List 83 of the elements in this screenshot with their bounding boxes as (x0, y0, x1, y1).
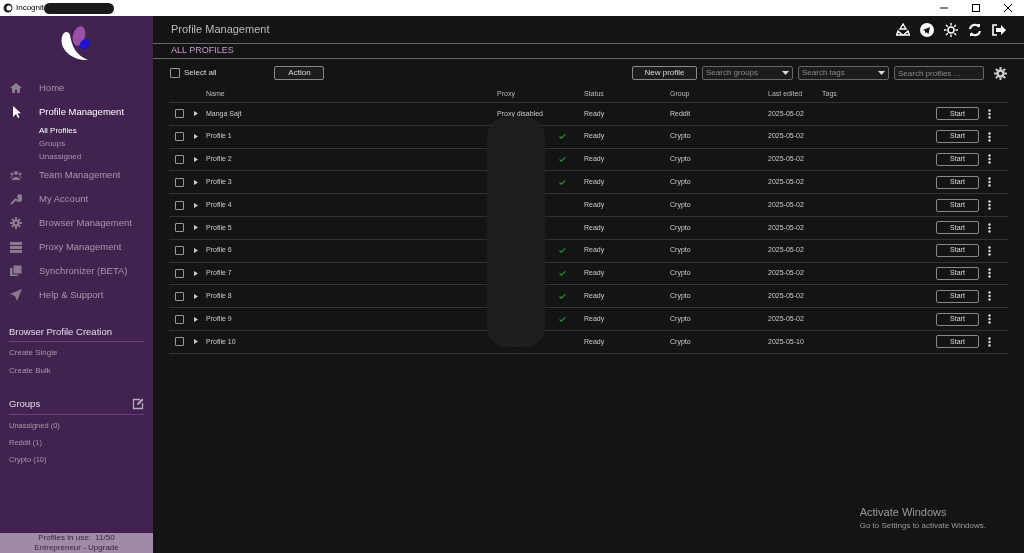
expand-icon[interactable] (194, 202, 198, 208)
expand-icon[interactable] (194, 270, 198, 276)
dropdown-arrow-icon (878, 71, 885, 75)
checkbox-label: Select all (184, 67, 217, 79)
nav-subitem[interactable]: Groups (39, 137, 66, 150)
more-icon[interactable] (988, 108, 991, 119)
dropdown-arrow-icon (782, 71, 789, 75)
nav-item[interactable]: Browser Management (39, 215, 132, 231)
row-checkbox[interactable] (175, 155, 184, 164)
section-heading: Groups (9, 397, 41, 412)
minimize-icon (940, 4, 948, 12)
page-title: Profile Management (171, 22, 270, 38)
search-field[interactable]: Search profiles ... (894, 66, 984, 80)
nav-item[interactable]: Home (39, 80, 65, 96)
section-title: ALL PROFILES (171, 44, 234, 58)
upgrade-link[interactable]: Entrepreneur - Upgrade (34, 543, 119, 553)
nav-item[interactable]: Help & Support (39, 287, 104, 303)
more-icon[interactable] (988, 314, 991, 325)
window-title: Incognit (16, 2, 45, 14)
maximize-icon (972, 4, 980, 12)
nav-item[interactable]: My Account (39, 191, 89, 207)
logout-icon[interactable] (992, 22, 1006, 37)
search-groups-dropdown[interactable]: Search groups (702, 66, 793, 80)
nav-item[interactable]: Synchronizer (BETA) (39, 263, 128, 279)
nav-item[interactable]: Proxy Management (39, 239, 122, 255)
new-profile-button[interactable]: New profile (632, 66, 697, 80)
gear-icon (10, 217, 22, 229)
more-icon[interactable] (988, 222, 991, 233)
home-icon (10, 82, 22, 94)
server-icon (10, 241, 22, 253)
section-heading: Browser Profile Creation (9, 325, 144, 343)
more-icon[interactable] (988, 131, 991, 142)
row-checkbox[interactable] (175, 177, 184, 187)
menu-link[interactable]: Create Single (9, 347, 58, 360)
app-icon (3, 3, 13, 13)
nav-subitem[interactable]: Unassigned (39, 150, 82, 163)
redaction-scribble (44, 2, 115, 14)
more-icon[interactable] (988, 245, 991, 256)
expand-icon[interactable] (194, 316, 198, 322)
settings-icon[interactable] (994, 66, 1007, 80)
row-checkbox[interactable] (175, 223, 184, 233)
search-tags-dropdown[interactable]: Search tags (798, 66, 889, 80)
edit-icon[interactable] (132, 398, 144, 411)
action-button[interactable]: Action (274, 66, 325, 80)
close-icon (1004, 4, 1012, 12)
expand-icon[interactable] (194, 157, 198, 162)
people-icon (10, 169, 22, 181)
telegram-icon[interactable] (920, 22, 934, 37)
expand-icon[interactable] (194, 111, 198, 117)
usage-text: Profiles in use: 11/50 (38, 533, 115, 543)
more-icon[interactable] (988, 268, 991, 279)
expand-icon[interactable] (194, 339, 198, 345)
menu-link[interactable]: Create Bulk (9, 365, 51, 378)
expand-icon[interactable] (194, 248, 198, 254)
more-icon[interactable] (988, 177, 991, 188)
expand-icon[interactable] (194, 134, 198, 140)
expand-icon[interactable] (194, 293, 198, 299)
row-checkbox[interactable] (175, 291, 184, 301)
row-checkbox[interactable] (175, 200, 184, 210)
nav-item[interactable]: Profile Management (39, 104, 125, 120)
cursor-icon (10, 106, 22, 118)
wrench-icon (10, 193, 22, 205)
row-checkbox[interactable] (175, 246, 184, 256)
nav-item[interactable]: Team Management (39, 167, 121, 183)
row-checkbox[interactable] (175, 132, 184, 142)
more-icon[interactable] (988, 291, 991, 302)
more-icon[interactable] (988, 336, 991, 347)
sun-icon[interactable] (944, 22, 958, 37)
copy-icon (10, 265, 22, 277)
select-all-checkbox[interactable] (170, 68, 180, 78)
more-icon[interactable] (988, 154, 991, 165)
paper-plane-icon (10, 289, 22, 301)
row-checkbox[interactable] (175, 314, 184, 324)
row-checkbox[interactable] (175, 109, 184, 119)
refresh-icon[interactable] (968, 22, 982, 37)
expand-icon[interactable] (194, 179, 198, 185)
row-checkbox[interactable] (175, 268, 184, 278)
activation-text: Go to Settings to activate Windows. (859, 520, 986, 532)
expand-icon[interactable] (194, 225, 198, 231)
nav-subitem[interactable]: All Profiles (39, 124, 77, 137)
activation-title: Activate Windows (859, 504, 948, 520)
row-checkbox[interactable] (175, 337, 184, 347)
more-icon[interactable] (988, 200, 991, 211)
